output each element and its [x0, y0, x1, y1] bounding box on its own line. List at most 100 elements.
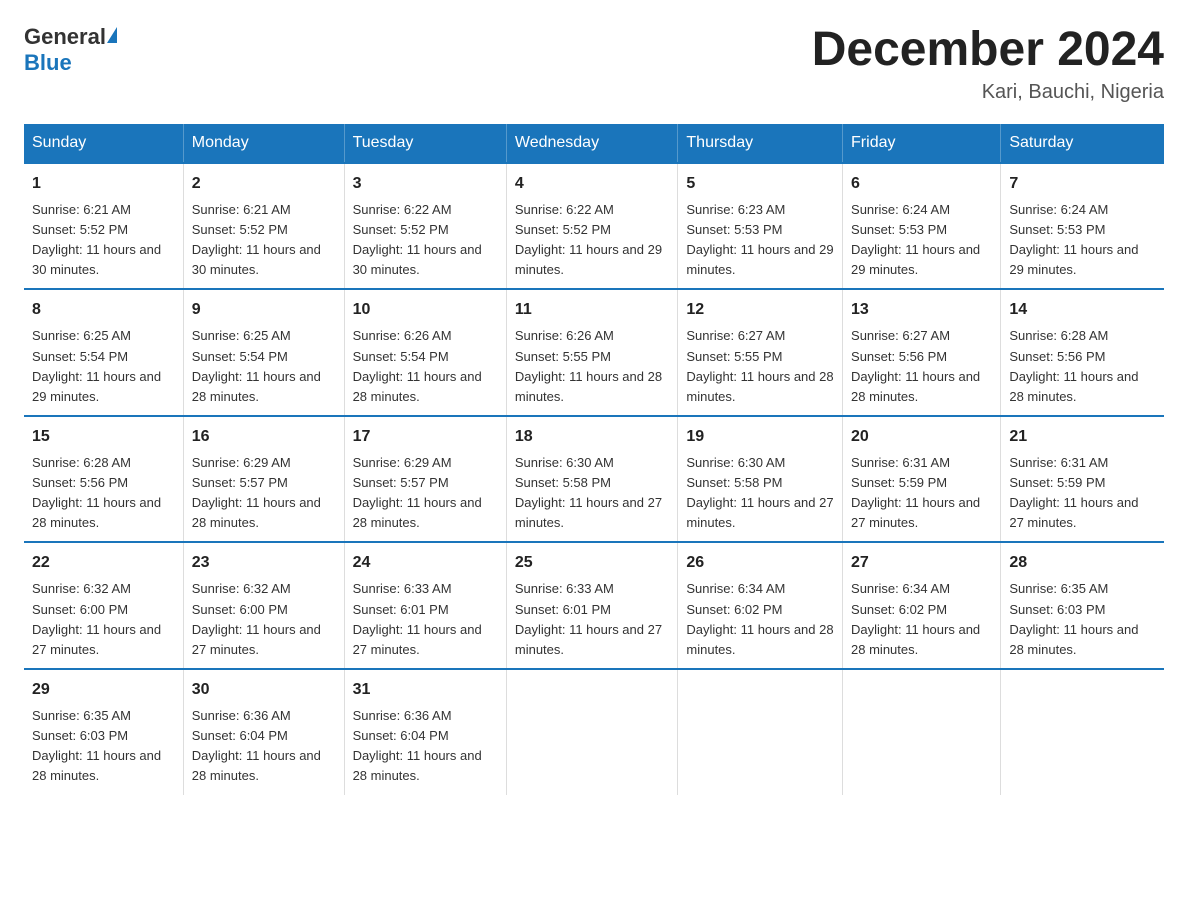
calendar-day-cell: 5 Sunrise: 6:23 AMSunset: 5:53 PMDaylight…	[678, 163, 843, 290]
day-number: 6	[851, 172, 992, 196]
day-info: Sunrise: 6:24 AMSunset: 5:53 PMDaylight:…	[1009, 200, 1156, 281]
day-info: Sunrise: 6:21 AMSunset: 5:52 PMDaylight:…	[192, 200, 336, 281]
day-number: 11	[515, 298, 670, 322]
day-info: Sunrise: 6:27 AMSunset: 5:56 PMDaylight:…	[851, 326, 992, 407]
day-number: 25	[515, 551, 670, 575]
calendar-week-row: 8 Sunrise: 6:25 AMSunset: 5:54 PMDaylight…	[24, 289, 1164, 416]
calendar-day-cell: 27 Sunrise: 6:34 AMSunset: 6:02 PMDayligh…	[843, 542, 1001, 669]
logo-blue-text: Blue	[24, 50, 72, 76]
day-number: 21	[1009, 425, 1156, 449]
day-number: 18	[515, 425, 670, 449]
calendar-day-cell: 26 Sunrise: 6:34 AMSunset: 6:02 PMDayligh…	[678, 542, 843, 669]
day-number: 1	[32, 172, 175, 196]
day-number: 10	[353, 298, 498, 322]
day-info: Sunrise: 6:34 AMSunset: 6:02 PMDaylight:…	[851, 579, 992, 660]
day-number: 27	[851, 551, 992, 575]
day-number: 23	[192, 551, 336, 575]
calendar-day-cell: 30Sunrise: 6:36 AMSunset: 6:04 PMDayligh…	[183, 669, 344, 795]
calendar-day-cell: 3 Sunrise: 6:22 AMSunset: 5:52 PMDaylight…	[344, 163, 506, 290]
weekday-header-thursday: Thursday	[678, 124, 843, 163]
calendar-day-cell: 18 Sunrise: 6:30 AMSunset: 5:58 PMDayligh…	[506, 416, 678, 543]
calendar-day-cell: 11 Sunrise: 6:26 AMSunset: 5:55 PMDayligh…	[506, 289, 678, 416]
day-number: 28	[1009, 551, 1156, 575]
calendar-day-cell: 13 Sunrise: 6:27 AMSunset: 5:56 PMDayligh…	[843, 289, 1001, 416]
day-info: Sunrise: 6:30 AMSunset: 5:58 PMDaylight:…	[515, 453, 670, 534]
day-info: Sunrise: 6:27 AMSunset: 5:55 PMDaylight:…	[686, 326, 834, 407]
calendar-day-cell	[843, 669, 1001, 795]
calendar-day-cell	[1001, 669, 1164, 795]
day-number: 17	[353, 425, 498, 449]
calendar-day-cell: 9 Sunrise: 6:25 AMSunset: 5:54 PMDaylight…	[183, 289, 344, 416]
day-info: Sunrise: 6:28 AMSunset: 5:56 PMDaylight:…	[1009, 326, 1156, 407]
day-number: 15	[32, 425, 175, 449]
day-number: 7	[1009, 172, 1156, 196]
logo-triangle-icon	[107, 27, 117, 43]
calendar-day-cell: 20Sunrise: 6:31 AMSunset: 5:59 PMDayligh…	[843, 416, 1001, 543]
day-number: 5	[686, 172, 834, 196]
calendar-table: SundayMondayTuesdayWednesdayThursdayFrid…	[24, 124, 1164, 795]
day-number: 29	[32, 678, 175, 702]
title-area: December 2024 Kari, Bauchi, Nigeria	[812, 24, 1164, 104]
day-number: 31	[353, 678, 498, 702]
day-info: Sunrise: 6:22 AMSunset: 5:52 PMDaylight:…	[353, 200, 498, 281]
day-info: Sunrise: 6:36 AMSunset: 6:04 PMDaylight:…	[353, 706, 498, 787]
calendar-day-cell: 25 Sunrise: 6:33 AMSunset: 6:01 PMDayligh…	[506, 542, 678, 669]
day-info: Sunrise: 6:25 AMSunset: 5:54 PMDaylight:…	[192, 326, 336, 407]
calendar-day-cell: 22 Sunrise: 6:32 AMSunset: 6:00 PMDayligh…	[24, 542, 183, 669]
calendar-day-cell	[506, 669, 678, 795]
day-info: Sunrise: 6:34 AMSunset: 6:02 PMDaylight:…	[686, 579, 834, 660]
day-info: Sunrise: 6:25 AMSunset: 5:54 PMDaylight:…	[32, 326, 175, 407]
day-number: 22	[32, 551, 175, 575]
weekday-header-saturday: Saturday	[1001, 124, 1164, 163]
day-info: Sunrise: 6:33 AMSunset: 6:01 PMDaylight:…	[515, 579, 670, 660]
calendar-day-cell	[678, 669, 843, 795]
location: Kari, Bauchi, Nigeria	[812, 81, 1164, 104]
calendar-day-cell: 16Sunrise: 6:29 AMSunset: 5:57 PMDayligh…	[183, 416, 344, 543]
day-info: Sunrise: 6:29 AMSunset: 5:57 PMDaylight:…	[353, 453, 498, 534]
day-info: Sunrise: 6:24 AMSunset: 5:53 PMDaylight:…	[851, 200, 992, 281]
calendar-day-cell: 14 Sunrise: 6:28 AMSunset: 5:56 PMDayligh…	[1001, 289, 1164, 416]
weekday-header-sunday: Sunday	[24, 124, 183, 163]
day-number: 8	[32, 298, 175, 322]
calendar-day-cell: 4Sunrise: 6:22 AMSunset: 5:52 PMDaylight…	[506, 163, 678, 290]
weekday-header-monday: Monday	[183, 124, 344, 163]
calendar-day-cell: 6 Sunrise: 6:24 AMSunset: 5:53 PMDaylight…	[843, 163, 1001, 290]
weekday-header-tuesday: Tuesday	[344, 124, 506, 163]
calendar-day-cell: 21Sunrise: 6:31 AMSunset: 5:59 PMDayligh…	[1001, 416, 1164, 543]
calendar-week-row: 22 Sunrise: 6:32 AMSunset: 6:00 PMDayligh…	[24, 542, 1164, 669]
calendar-day-cell: 24Sunrise: 6:33 AMSunset: 6:01 PMDayligh…	[344, 542, 506, 669]
day-info: Sunrise: 6:31 AMSunset: 5:59 PMDaylight:…	[851, 453, 992, 534]
calendar-day-cell: 28Sunrise: 6:35 AMSunset: 6:03 PMDayligh…	[1001, 542, 1164, 669]
day-number: 13	[851, 298, 992, 322]
weekday-header-wednesday: Wednesday	[506, 124, 678, 163]
day-info: Sunrise: 6:28 AMSunset: 5:56 PMDaylight:…	[32, 453, 175, 534]
day-info: Sunrise: 6:26 AMSunset: 5:55 PMDaylight:…	[515, 326, 670, 407]
day-number: 14	[1009, 298, 1156, 322]
day-number: 26	[686, 551, 834, 575]
day-number: 30	[192, 678, 336, 702]
day-info: Sunrise: 6:26 AMSunset: 5:54 PMDaylight:…	[353, 326, 498, 407]
day-info: Sunrise: 6:32 AMSunset: 6:00 PMDaylight:…	[192, 579, 336, 660]
month-title: December 2024	[812, 24, 1164, 77]
day-info: Sunrise: 6:35 AMSunset: 6:03 PMDaylight:…	[32, 706, 175, 787]
calendar-week-row: 1 Sunrise: 6:21 AMSunset: 5:52 PMDaylight…	[24, 163, 1164, 290]
calendar-day-cell: 10 Sunrise: 6:26 AMSunset: 5:54 PMDayligh…	[344, 289, 506, 416]
logo-general-text: General	[24, 24, 106, 50]
day-info: Sunrise: 6:21 AMSunset: 5:52 PMDaylight:…	[32, 200, 175, 281]
day-number: 9	[192, 298, 336, 322]
day-info: Sunrise: 6:30 AMSunset: 5:58 PMDaylight:…	[686, 453, 834, 534]
day-number: 12	[686, 298, 834, 322]
day-number: 3	[353, 172, 498, 196]
calendar-day-cell: 7 Sunrise: 6:24 AMSunset: 5:53 PMDaylight…	[1001, 163, 1164, 290]
day-info: Sunrise: 6:32 AMSunset: 6:00 PMDaylight:…	[32, 579, 175, 660]
logo: General Blue	[24, 24, 118, 76]
weekday-header-friday: Friday	[843, 124, 1001, 163]
day-info: Sunrise: 6:23 AMSunset: 5:53 PMDaylight:…	[686, 200, 834, 281]
calendar-day-cell: 12 Sunrise: 6:27 AMSunset: 5:55 PMDayligh…	[678, 289, 843, 416]
day-info: Sunrise: 6:22 AMSunset: 5:52 PMDaylight:…	[515, 200, 670, 281]
calendar-day-cell: 31 Sunrise: 6:36 AMSunset: 6:04 PMDayligh…	[344, 669, 506, 795]
calendar-day-cell: 2 Sunrise: 6:21 AMSunset: 5:52 PMDaylight…	[183, 163, 344, 290]
day-number: 2	[192, 172, 336, 196]
calendar-day-cell: 15 Sunrise: 6:28 AMSunset: 5:56 PMDayligh…	[24, 416, 183, 543]
page-header: General Blue December 2024 Kari, Bauchi,…	[24, 24, 1164, 104]
